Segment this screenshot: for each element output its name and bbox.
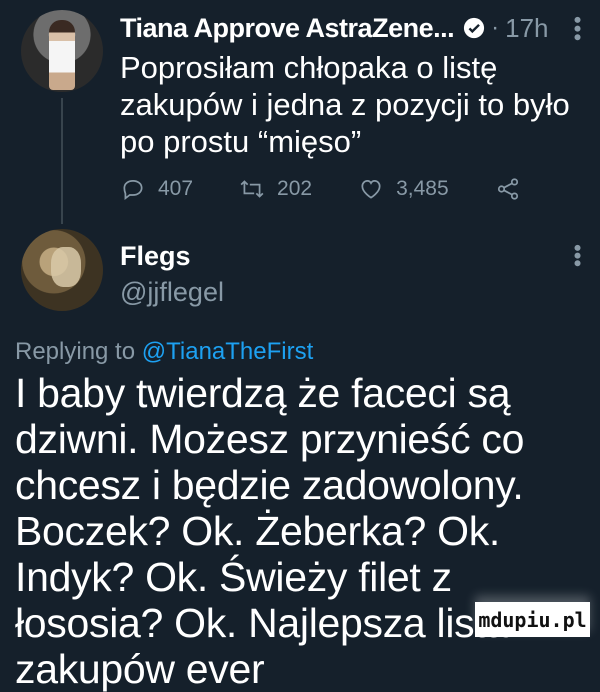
thread-line [61, 98, 63, 224]
tweet2-handle[interactable]: @jjflegel [120, 277, 590, 308]
replying-mention-link[interactable]: @TianaTheFirst [142, 338, 314, 365]
reply-icon [123, 180, 143, 200]
tweet1-header: Tiana Approve AstraZene... · 17h [120, 10, 590, 46]
retweet-button[interactable]: 202 [239, 176, 312, 202]
verified-badge-icon [464, 17, 485, 39]
more-icon[interactable]: ••• [564, 244, 590, 267]
retweet-icon [240, 180, 264, 198]
reply-button[interactable]: 407 [120, 176, 193, 202]
replying-prefix: Replying to [15, 338, 136, 365]
tweet1-avatar[interactable] [21, 10, 103, 92]
site-watermark: mdupiu.pl [475, 602, 590, 637]
tweet1-display-name[interactable]: Tiana Approve AstraZene... [120, 13, 455, 44]
tweet2-display-name[interactable]: Flegs [120, 238, 590, 274]
dot-separator: · [491, 14, 500, 41]
like-icon [361, 180, 381, 199]
share-icon[interactable] [495, 176, 521, 202]
avatar-photo [51, 247, 81, 287]
tweet1-actions: 407 202 3,485 [120, 176, 590, 202]
original-tweet[interactable]: Tiana Approve AstraZene... · 17h ••• Pop… [120, 10, 590, 202]
reply-tweet-header: Flegs @jjflegel ••• [120, 238, 590, 308]
tweet2-avatar[interactable] [21, 229, 103, 311]
like-count: 3,485 [396, 177, 449, 200]
tweet1-time[interactable]: 17h [505, 13, 548, 44]
reply-count: 407 [158, 177, 194, 200]
tweet1-text: Poprosiłam chłopaka o listę zakupów i je… [120, 50, 570, 159]
retweet-count: 202 [277, 177, 313, 200]
tweet2-text: I baby twierdzą że faceci są dziwni. Moż… [15, 370, 525, 692]
avatar-photo [49, 20, 75, 90]
replying-to: Replying to @TianaTheFirst [15, 338, 313, 366]
like-button[interactable]: 3,485 [358, 176, 449, 202]
more-icon[interactable]: ••• [564, 16, 590, 42]
